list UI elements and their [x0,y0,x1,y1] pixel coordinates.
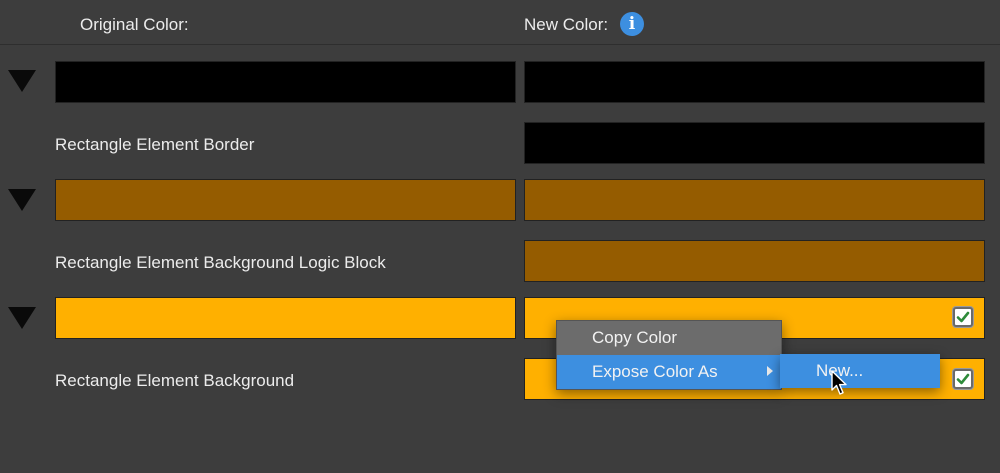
new-color-swatch-border[interactable] [524,122,985,164]
checkmark-icon [956,311,970,323]
new-color-header: New Color: [524,15,609,34]
row-label-border: Rectangle Element Border [55,135,255,154]
submenu-arrow-icon [767,366,773,376]
submenu: New... [780,354,940,388]
header: Original Color: New Color: i [0,0,1000,45]
original-color-swatch-background[interactable] [55,297,516,339]
expose-checkbox[interactable] [953,369,973,389]
checkmark-icon [956,373,970,385]
disclosure-triangle-icon[interactable] [8,189,36,211]
row-label-background: Rectangle Element Background [55,371,295,390]
menu-item-expose-color-as[interactable]: Expose Color As [557,355,781,389]
context-menu: Copy Color Expose Color As [556,320,782,390]
menu-item-label: Expose Color As [592,362,718,381]
menu-item-label: Copy Color [592,328,678,347]
mouse-cursor-icon [831,370,847,395]
expose-checkbox[interactable] [953,307,973,327]
original-color-header: Original Color: [80,15,189,34]
new-color-swatch-logic-block-group[interactable] [524,179,985,221]
disclosure-triangle-icon[interactable] [8,307,36,329]
original-color-swatch-logic-block[interactable] [55,179,516,221]
original-color-swatch-border[interactable] [55,61,516,103]
new-color-swatch-border-group[interactable] [524,61,985,103]
disclosure-triangle-icon[interactable] [8,70,36,92]
row-label-logic-block: Rectangle Element Background Logic Block [55,253,386,272]
submenu-item-new[interactable]: New... [780,354,940,388]
info-icon[interactable]: i [620,12,644,36]
new-color-swatch-logic-block[interactable] [524,240,985,282]
menu-item-copy-color[interactable]: Copy Color [557,321,781,355]
